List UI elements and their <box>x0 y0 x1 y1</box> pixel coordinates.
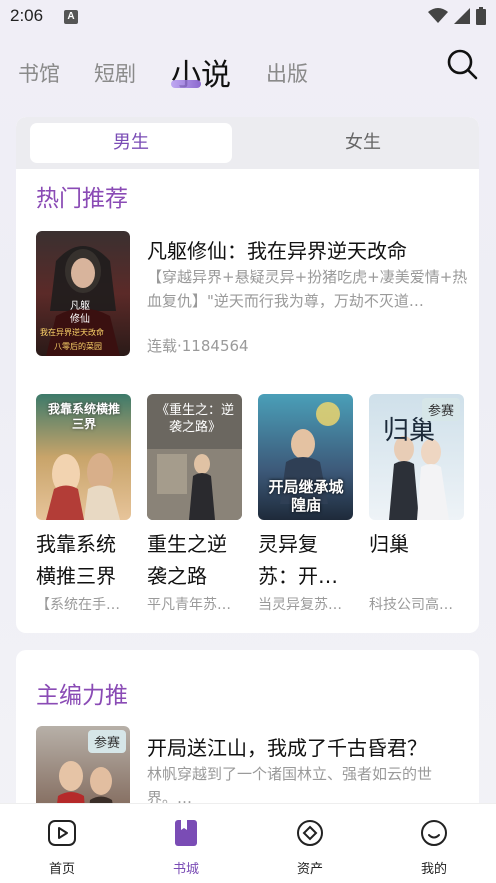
cover-text: 开局继承城隍庙 <box>268 478 344 514</box>
nav-label: 资产 <box>296 862 323 877</box>
tab-publishing[interactable]: 出版 <box>266 58 308 88</box>
book-title: 我靠系统横推三界 <box>36 532 116 588</box>
section-title-editor: 主编力推 <box>36 683 128 709</box>
cover-text: 修仙 <box>70 314 90 325</box>
gender-male-tab[interactable]: 男生 <box>30 123 232 163</box>
nav-label: 书城 <box>172 862 199 877</box>
book-card[interactable]: 开局继承城隍庙 灵异复苏：开… 当灵异复苏… <box>258 394 353 614</box>
contest-badge: 参赛 <box>421 398 460 421</box>
cover-text: 我靠系统横推三界 <box>47 402 120 431</box>
nav-bookstore[interactable]: 书城 <box>156 818 216 877</box>
hot-recommend-card: 男生 女生 热门推荐 凡躯 修仙 我在异界逆天改命 八零后的菜园 凡躯修仙：我在… <box>16 117 479 633</box>
top-tab-bar: 书馆 短剧 小说 出版 <box>18 48 478 96</box>
featured-book-title[interactable]: 凡躯修仙：我在异界逆天改命 <box>147 235 407 264</box>
nav-home[interactable]: 首页 <box>32 818 92 877</box>
smile-icon <box>421 820 447 846</box>
book-desc: 当灵异复苏… <box>258 597 342 613</box>
cover-text: 《重生之：逆袭之路》 <box>155 403 234 435</box>
cover-text: 八零后的菜园 <box>54 342 102 351</box>
gender-toggle: 男生 女生 <box>16 117 479 169</box>
book-card[interactable]: 《重生之：逆袭之路》 重生之逆袭之路 平凡青年苏… <box>147 394 242 614</box>
nav-label: 我的 <box>420 862 447 877</box>
book-icon <box>175 820 197 846</box>
search-icon[interactable] <box>446 48 478 80</box>
contest-badge: 参赛 <box>87 730 126 753</box>
active-tab-indicator <box>171 80 201 88</box>
book-desc: 平凡青年苏… <box>147 597 231 613</box>
section-title-hot: 热门推荐 <box>36 186 128 212</box>
featured-book-cover[interactable]: 凡躯 修仙 我在异界逆天改命 八零后的菜园 <box>36 231 130 356</box>
cover-text: 我在异界逆天改命 <box>40 328 104 337</box>
signal-icon <box>454 8 470 24</box>
gender-female-tab[interactable]: 女生 <box>262 123 464 163</box>
tab-short-drama[interactable]: 短剧 <box>94 58 136 88</box>
book-title: 灵异复苏：开… <box>258 532 338 588</box>
battery-icon <box>476 7 486 25</box>
editor-book-title[interactable]: 开局送江山，我成了千古昏君？ <box>147 732 427 761</box>
nav-profile[interactable]: 我的 <box>404 818 464 877</box>
book-desc: 科技公司高… <box>369 597 453 613</box>
book-cover: 开局继承城隍庙 <box>258 394 353 520</box>
notification-a-icon: A <box>64 10 78 24</box>
book-card[interactable]: 归巢 参赛 归巢 科技公司高… <box>369 394 464 614</box>
coin-icon <box>297 820 323 846</box>
nav-label: 首页 <box>48 862 75 877</box>
featured-book-meta: 连载·1184564 <box>147 337 249 355</box>
book-card[interactable]: 我靠系统横推三界 我靠系统横推三界 【系统在手… <box>36 394 131 614</box>
status-bar: 2:06 A <box>0 0 496 34</box>
play-icon <box>48 820 76 846</box>
nav-assets[interactable]: 资产 <box>280 818 340 877</box>
book-title: 重生之逆袭之路 <box>147 532 227 588</box>
wifi-icon <box>428 8 448 23</box>
book-cover: 《重生之：逆袭之路》 <box>147 394 242 520</box>
book-cover: 归巢 参赛 <box>369 394 464 520</box>
bottom-nav: 首页 书城 资产 我的 <box>0 803 496 883</box>
featured-book-desc: 【穿越异界+悬疑灵异+扮猪吃虎+凄美爱情+热血复仇】"逆天而行我为尊，万劫不灭道… <box>147 268 468 310</box>
status-icons <box>428 7 486 25</box>
status-time: 2:06 <box>10 6 44 25</box>
book-cover: 我靠系统横推三界 <box>36 394 131 520</box>
tab-library[interactable]: 书馆 <box>18 58 60 88</box>
book-title: 归巢 <box>369 532 409 556</box>
book-desc: 【系统在手… <box>36 597 120 613</box>
